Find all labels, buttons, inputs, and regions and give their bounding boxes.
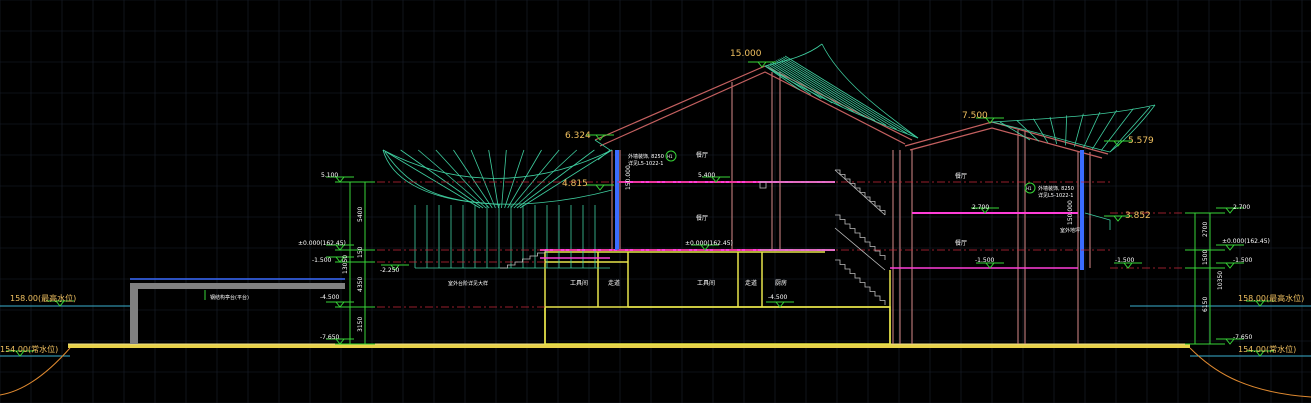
cad-section-drawing: 15.000 7.500 6.324 5.579 4.815 3.852 5.1… (0, 0, 1311, 403)
canvas-background (0, 0, 1311, 403)
note-1: 外墙装饰, 8250 (628, 153, 664, 160)
minus-left: -1.500 (1115, 257, 1135, 264)
stair-note: 室外台阶详见大样 (448, 280, 488, 287)
left-level-2: ±0.000(162.45) (298, 240, 346, 247)
right-level-1: 2.700 (1233, 204, 1250, 211)
right-dim-1: 2700 (1202, 222, 1209, 237)
left-dim-5: 3150 (357, 317, 364, 332)
room-b3: 工具间 (697, 279, 715, 287)
left-level-3: -1.500 (312, 257, 332, 264)
water-low-right: 154.00(常水位) (1238, 344, 1296, 354)
minus-mid: -4.500 (768, 294, 788, 301)
left-dim-2: 150 (357, 246, 364, 258)
zero-mid: ±0.000(162.45) (685, 240, 733, 247)
floor-level-mid: 5.400 (698, 172, 715, 179)
note-2: 详见L5-1022-1 (628, 160, 663, 167)
water-high-left: 158.00(最高水位) (10, 293, 76, 303)
elev-right-beam: 3.852 (1125, 211, 1151, 221)
elev-roof-right: 7.500 (962, 111, 988, 121)
right-dim-2: 1500 (1202, 250, 1209, 265)
water-high-right: 158.00(最高水位) (1238, 293, 1304, 303)
note-5: 室外地坪 (1060, 227, 1080, 234)
room-b2: 走道 (608, 279, 620, 287)
vert-label: 150.000 (625, 165, 632, 190)
left-level-6: -7.650 (320, 334, 340, 341)
room-upper-right: 餐厅 (955, 172, 967, 180)
elev-inner-eave: 4.815 (562, 179, 588, 189)
left-dim-3: 13050 (342, 255, 349, 274)
room-mid-right: 餐厅 (955, 239, 967, 247)
room-mid-left: 餐厅 (696, 214, 708, 222)
right-dim-4: 6150 (1202, 297, 1209, 312)
right-level-3: -1.500 (1233, 257, 1253, 264)
room-b1: 工具间 (570, 279, 588, 287)
elev-eave-left: 6.324 (565, 131, 591, 141)
minus-right: -1.500 (975, 257, 995, 264)
bubble-1-label: H1 (667, 154, 673, 159)
bubble-2-label: H1 (1026, 186, 1032, 191)
elev-roof-top: 15.000 (730, 49, 762, 59)
left-platform-note: 钢结构亭台(平台) (210, 294, 249, 301)
room-upper-left: 餐厅 (696, 151, 708, 159)
note-3: 外墙装饰, 8250 (1038, 185, 1074, 192)
right-level-4: -7.650 (1233, 334, 1253, 341)
room-b4: 走道 (745, 279, 757, 287)
elev-eave-right: 5.579 (1128, 136, 1154, 146)
room-b5: 厨房 (775, 279, 787, 287)
left-dim-1: 5400 (357, 207, 364, 222)
vert-label-right: 150.000 (1067, 200, 1074, 225)
right-dim-3: 10350 (1217, 271, 1224, 290)
water-low-left: 154.00(常水位) (0, 344, 58, 354)
left-dim-4: 4350 (357, 277, 364, 292)
right-level-2: ±0.000(162.45) (1222, 238, 1270, 245)
floor-level-right: 2.700 (972, 204, 989, 211)
left-level-5: -4.500 (320, 294, 340, 301)
note-4: 详见L5-1022-1 (1038, 192, 1073, 199)
left-level-4: -2.250 (380, 267, 400, 274)
left-level-1: 5.100 (321, 172, 338, 179)
